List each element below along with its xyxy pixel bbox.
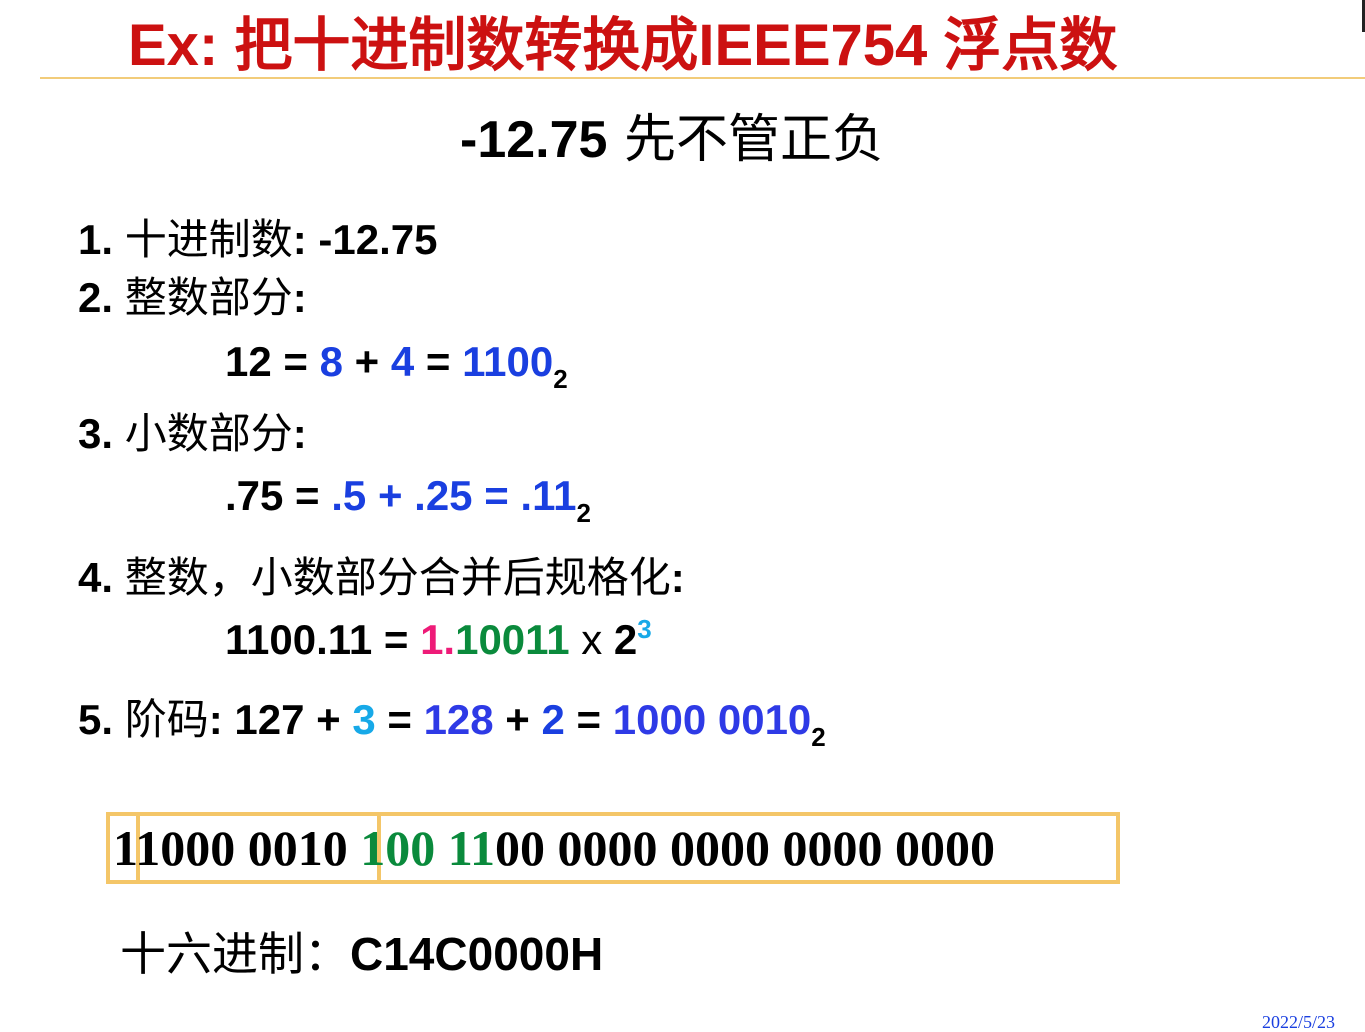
eq-part: .75 = [225,472,332,519]
subtitle: -12.75 先不管正负 [460,108,884,172]
sign-bit: 1 [113,820,136,876]
fraction-conversion: .75 = .5 + .25 = .112 [225,470,591,526]
eq-exponent: 3 [352,696,376,743]
eq-2: 2 [541,696,565,743]
mantissa-rest-bits: 00 0000 0000 0000 0000 [495,820,995,876]
step-label: 阶码 [124,695,209,744]
title-divider [40,77,1365,79]
eq-part: = [414,338,463,385]
eq-part: + [342,338,391,385]
eq-term-8: 8 [319,338,343,385]
colon: : [292,216,307,263]
step-2: 2. 整数部分: [78,272,307,324]
exponent-bits: 1000 0010 [135,820,361,876]
step-label: 整数部分 [124,273,293,322]
eq-part: : 127 + [208,696,353,743]
eq-128: 128 [423,696,494,743]
normalization: 1100.11 = 1.10011 x 23 [225,614,652,666]
colon: : [292,274,307,321]
base-subscript: 2 [576,498,591,528]
hex-label: 十六进制： [120,927,350,981]
eq-term-4: 4 [390,338,415,385]
subtitle-number: -12.75 [460,111,608,169]
step-number: 2. [78,274,125,321]
eq-part: = [564,696,613,743]
step-5: 5. 阶码: 127 + 3 = 128 + 2 = 1000 00102 [78,694,826,750]
step-1: 1. 十进制数: -12.75 [78,214,437,266]
step-number: 4. [78,554,125,601]
step-number: 3. [78,410,125,457]
step-3: 3. 小数部分: [78,408,307,460]
implicit-leading-one: 1. [420,616,456,663]
base-subscript: 2 [811,722,826,752]
step-label: 小数部分 [124,409,293,458]
step-value: -12.75 [306,216,438,263]
eq-part: 12 = [225,338,320,385]
base-two: 2 [613,616,638,663]
step-number: 1. [78,216,125,263]
biased-exponent-binary: 1000 0010 [612,696,812,743]
slide-date: 2022/5/23 [1262,1012,1336,1032]
subtitle-text: 先不管正负 [607,110,884,170]
step-label: 十进制数 [124,215,293,264]
step-number: 5. [78,696,125,743]
times-sign: x [569,616,614,663]
base-subscript: 2 [553,364,568,394]
integer-conversion: 12 = 8 + 4 = 11002 [225,336,568,392]
eq-binary-result: 1100 [462,338,554,385]
binary-representation: 11000 0010 100 1100 0000 0000 0000 0000 [113,812,995,884]
step-label: 整数，小数部分合并后规格化 [124,553,671,602]
hex-value: C14C0000H [350,928,604,980]
eq-part: 1100.11 = [225,616,421,663]
step-4: 4. 整数，小数部分合并后规格化: [78,552,685,604]
colon: : [292,410,307,457]
hex-result: 十六进制：C14C0000H [120,924,603,984]
colon: : [670,554,685,601]
exponent-superscript: 3 [637,614,652,644]
eq-part: + [493,696,542,743]
mantissa-highlight-bits: 100 11 [360,820,495,876]
mantissa-digits: 10011 [455,616,570,663]
slide-title: Ex: 把十进制数转换成IEEE754 浮点数 [128,13,1118,78]
eq-fraction-result: .5 + .25 = .11 [331,472,577,519]
eq-part: = [375,696,424,743]
